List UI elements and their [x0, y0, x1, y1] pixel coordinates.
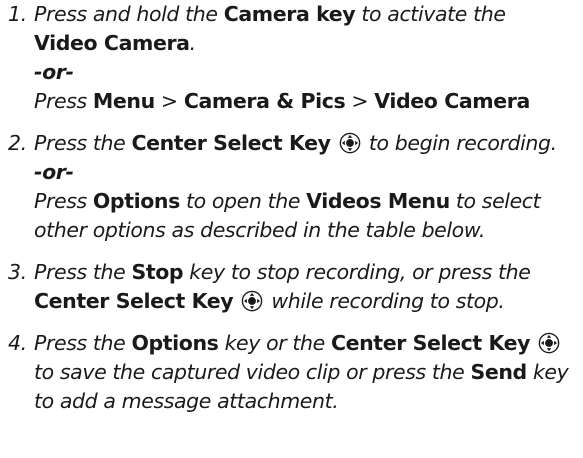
- step-line: Press the Center Select Key to begin rec…: [34, 129, 557, 158]
- instruction-text: Press the: [34, 260, 132, 284]
- key-term: Center Select Key: [34, 289, 234, 313]
- step-number: 3.: [8, 260, 27, 284]
- key-term: Menu: [92, 89, 155, 113]
- instruction-text: key or the: [218, 331, 331, 355]
- key-term: Options: [92, 189, 180, 213]
- instruction-list: 1. Press and hold the Camera key to acti…: [0, 0, 583, 458]
- instruction-text: .: [189, 31, 197, 55]
- step-line: Press the Options key or the Center Sele…: [34, 329, 562, 358]
- key-term: Options: [131, 331, 219, 355]
- instruction-text: [233, 289, 239, 313]
- instruction-text: to open the: [179, 189, 307, 213]
- menu-path-separator: >: [345, 89, 375, 113]
- step-line: Video Camera.: [34, 29, 196, 58]
- step-line: Center Select Key while recording to sto…: [34, 287, 505, 316]
- step-line: Press Options to open the Videos Menu to…: [34, 187, 541, 216]
- instruction-text: Press the: [34, 331, 132, 355]
- instruction-text: Press the: [34, 131, 132, 155]
- step-line: Press and hold the Camera key to activat…: [34, 0, 506, 29]
- menu-path-separator: >: [154, 89, 184, 113]
- key-term: Send: [470, 360, 527, 384]
- instruction-text: to select: [449, 189, 541, 213]
- key-term: Stop: [131, 260, 184, 284]
- instruction-text: [331, 131, 337, 155]
- step-line: to save the captured video clip or press…: [34, 358, 569, 387]
- or-separator: -or-: [34, 160, 74, 184]
- key-term: Center Select Key: [131, 131, 331, 155]
- instruction-text: to save the captured video clip or press…: [34, 360, 471, 384]
- key-term: Camera & Pics: [183, 89, 346, 113]
- instruction-text: Press: [34, 89, 93, 113]
- center-select-key-icon: [538, 332, 560, 354]
- instruction-text: Press: [34, 189, 93, 213]
- key-term: Video Camera: [34, 31, 190, 55]
- instruction-text: while recording to stop.: [265, 289, 505, 313]
- instruction-text: to begin recording.: [362, 131, 557, 155]
- step-line: Press Menu > Camera & Pics > Video Camer…: [34, 87, 530, 116]
- step-line: other options as described in the table …: [34, 216, 485, 245]
- instruction-text: other options as described in the table …: [34, 218, 485, 242]
- instruction-text: to activate the: [355, 2, 506, 26]
- key-term: Videos Menu: [306, 189, 450, 213]
- instruction-text: [530, 331, 536, 355]
- center-select-key-icon: [241, 290, 263, 312]
- instruction-text: key: [526, 360, 569, 384]
- instruction-text: to add a message attachment.: [34, 389, 339, 413]
- key-term: Camera key: [223, 2, 356, 26]
- step-line: to add a message attachment.: [34, 387, 339, 416]
- step-number: 1.: [8, 2, 27, 26]
- step-number: 2.: [8, 131, 27, 155]
- key-term: Video Camera: [374, 89, 530, 113]
- instruction-text: Press and hold the: [34, 2, 224, 26]
- key-term: Center Select Key: [330, 331, 531, 355]
- step-line: Press the Stop key to stop recording, or…: [34, 258, 531, 287]
- step-line: -or-: [34, 58, 74, 87]
- instruction-text: key to stop recording, or press the: [183, 260, 531, 284]
- step-line: -or-: [34, 158, 74, 187]
- or-separator: -or-: [34, 60, 74, 84]
- center-select-key-icon: [339, 132, 361, 154]
- step-number: 4.: [8, 331, 27, 355]
